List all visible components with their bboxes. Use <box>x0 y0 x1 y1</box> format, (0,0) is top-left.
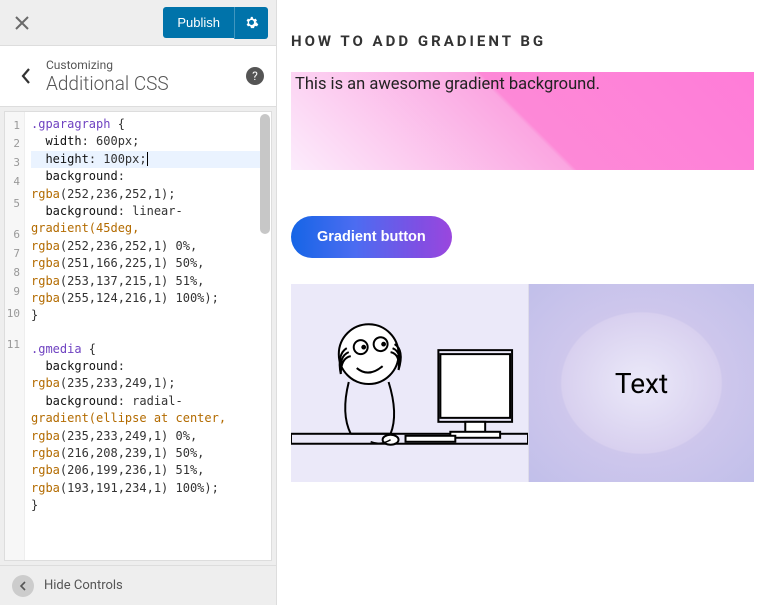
gradient-button[interactable]: Gradient button <box>291 216 452 258</box>
header-titles: Customizing Additional CSS <box>46 58 246 95</box>
hide-controls-button[interactable]: Hide Controls <box>0 565 276 605</box>
code-area[interactable]: .gparagraph { width: 600px; height: 100p… <box>25 112 271 560</box>
settings-button[interactable] <box>234 7 268 39</box>
sidebar-topbar: Publish <box>0 0 276 46</box>
hide-controls-label: Hide Controls <box>44 578 123 593</box>
back-button[interactable] <box>12 56 40 96</box>
site-preview: HOW TO ADD GRADIENT BG This is an awesom… <box>277 0 768 605</box>
css-editor[interactable]: 1234567891011 .gparagraph { width: 600px… <box>4 111 272 561</box>
header-title: Additional CSS <box>46 72 246 95</box>
gradient-media-block: Text <box>291 284 754 482</box>
media-text: Text <box>529 284 754 482</box>
header-subtitle: Customizing <box>46 58 246 72</box>
publish-button[interactable]: Publish <box>163 7 234 38</box>
cartoon-figure-icon <box>291 284 528 482</box>
section-header: Customizing Additional CSS ? <box>0 46 276 107</box>
gradient-paragraph: This is an awesome gradient background. <box>291 72 754 170</box>
customizer-sidebar: Publish Customizing Additional CSS ? 123… <box>0 0 277 605</box>
close-icon[interactable] <box>8 9 36 37</box>
gear-icon <box>244 15 259 30</box>
line-gutter: 1234567891011 <box>5 112 25 560</box>
media-image <box>291 284 529 482</box>
chevron-left-icon <box>20 67 32 85</box>
publish-group: Publish <box>163 7 268 39</box>
page-title: HOW TO ADD GRADIENT BG <box>291 32 754 50</box>
help-icon[interactable]: ? <box>246 67 264 85</box>
scrollbar-thumb[interactable] <box>260 114 270 234</box>
collapse-left-icon <box>12 575 34 597</box>
